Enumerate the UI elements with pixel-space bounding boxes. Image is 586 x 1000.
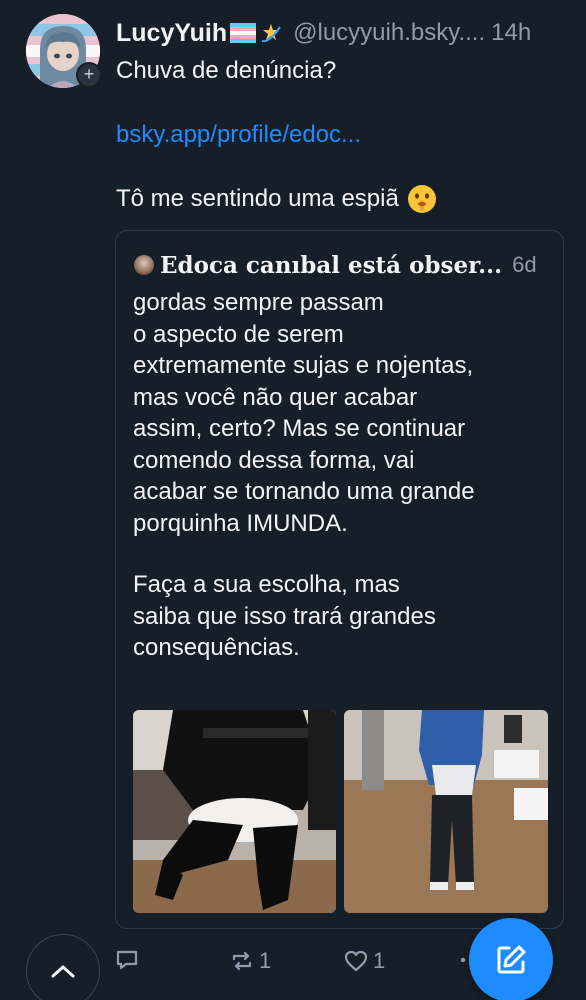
quoted-author-avatar[interactable]	[134, 255, 154, 275]
shushing-face-icon	[407, 184, 437, 214]
quoted-post-header: Edoca canıbal está obser... 6d	[134, 249, 547, 281]
repost-button[interactable]: 1	[229, 948, 271, 974]
post-header: LucyYuih @lucyyuih.bsky.... 14h	[116, 16, 576, 50]
compose-pencil-icon	[497, 945, 526, 974]
post-text-line: Chuva de denúncia?	[116, 57, 337, 84]
chevron-up-icon	[51, 965, 75, 978]
more-options-button[interactable]	[458, 948, 468, 972]
post-text-line: Tô me sentindo uma espiã	[116, 185, 399, 212]
quoted-text-line: porquinha IMUNDA.	[133, 509, 348, 537]
scroll-to-top-button[interactable]	[26, 934, 100, 1000]
quoted-text-line: gordas sempre passam	[133, 289, 384, 316]
quoted-paragraph-1: gordas sempre passam o aspecto de serem …	[133, 287, 553, 539]
post-link[interactable]: bsky.app/profile/edoc...	[116, 119, 566, 151]
reply-icon	[116, 950, 138, 970]
quoted-text-line: acabar se tornando uma grande	[133, 478, 475, 505]
post[interactable]: + LucyYuih @lucyyuih.bsky.... 14h Chuva …	[0, 0, 586, 1000]
quoted-text-line: assim, certo? Mas se continuar	[133, 415, 466, 442]
follow-plus-icon[interactable]: +	[76, 62, 102, 88]
like-count: 1	[373, 948, 386, 973]
quoted-text-line: consequências.	[133, 634, 300, 661]
post-time[interactable]: 14h	[491, 19, 531, 47]
author-handle[interactable]: @lucyyuih.bsky....	[293, 19, 485, 47]
repost-icon	[232, 951, 252, 971]
quoted-post[interactable]: Edoca canıbal está obser... 6d gordas se…	[115, 230, 564, 929]
author-display-name[interactable]: LucyYuih	[116, 19, 227, 48]
dizzy-star-icon	[259, 21, 283, 45]
quoted-text-line: saiba que isso trará grandes	[133, 602, 436, 630]
quoted-paragraph-2: Faça a sua escolha, mas saiba que isso t…	[133, 569, 553, 664]
reply-button[interactable]	[114, 948, 144, 972]
repost-count: 1	[259, 948, 272, 973]
quoted-text-line: mas você não quer acabar	[133, 383, 418, 411]
more-dots-icon	[460, 957, 466, 963]
quoted-post-time[interactable]: 6d	[512, 252, 536, 278]
author-avatar[interactable]: +	[26, 14, 102, 88]
quoted-text-line: Faça a sua escolha, mas	[133, 571, 400, 598]
quoted-image-1[interactable]	[133, 710, 336, 913]
heart-icon	[344, 950, 368, 972]
quoted-text-line: o aspecto de serem	[133, 320, 344, 348]
post-actions: 1 1	[0, 918, 586, 1000]
quoted-text-line: extremamente sujas e nojentas,	[133, 352, 474, 379]
compose-post-button[interactable]	[469, 918, 553, 1000]
quoted-image-2[interactable]	[344, 710, 548, 913]
like-button[interactable]: 1	[343, 948, 385, 974]
quoted-text-line: comendo dessa forma, vai	[133, 446, 415, 474]
quoted-post-text: gordas sempre passam o aspecto de serem …	[133, 287, 553, 664]
transgender-flag-icon	[230, 23, 257, 43]
quoted-author-name[interactable]: Edoca canıbal está obser...	[160, 252, 502, 279]
post-text-row: Tô me sentindo uma espiã	[116, 183, 566, 215]
